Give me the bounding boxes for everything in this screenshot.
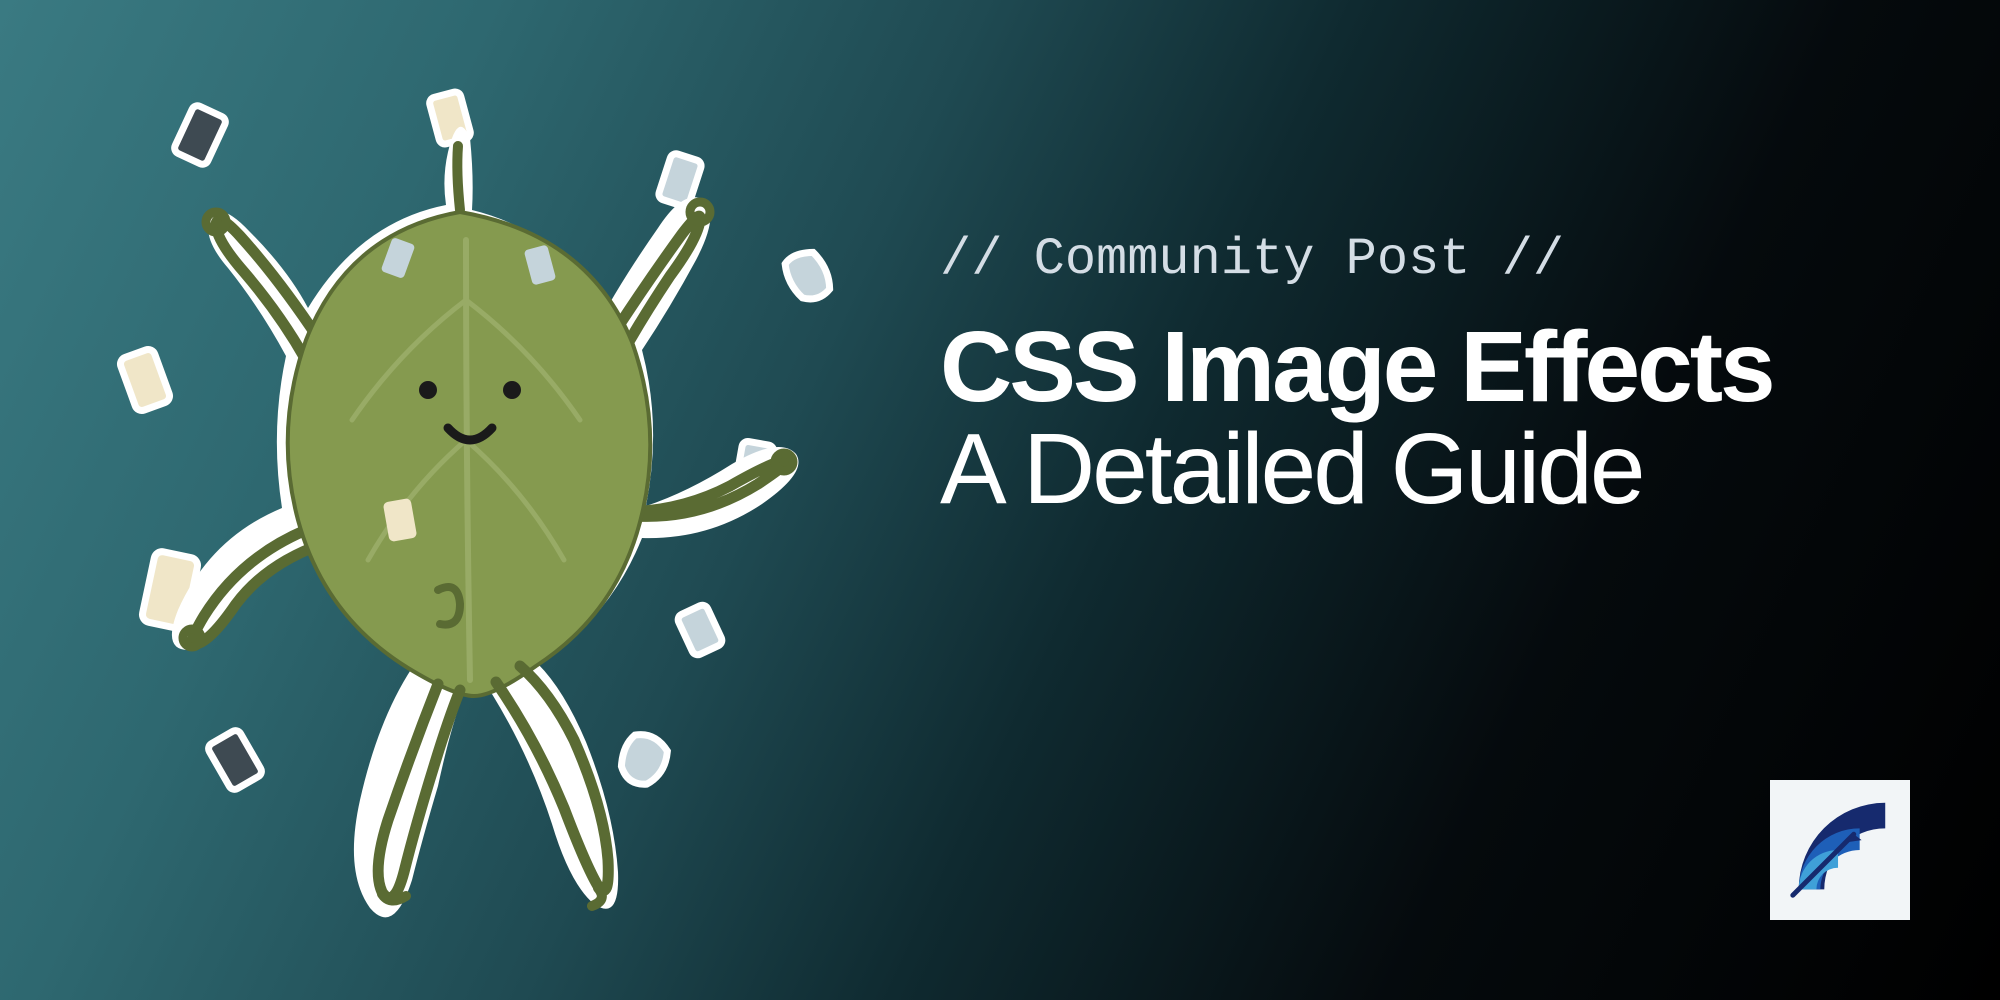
leaf-character-illustration — [60, 60, 880, 940]
speed-arc-icon — [1781, 791, 1899, 909]
hero-title-bold: CSS Image Effects — [940, 317, 1940, 417]
leaf-character-svg — [60, 60, 880, 940]
leaf-character — [172, 127, 799, 918]
eyebrow-label: // Community Post // — [940, 230, 1940, 289]
hero-title-light: A Detailed Guide — [940, 417, 1940, 522]
brand-logo — [1770, 780, 1910, 920]
hero-text-block: // Community Post // CSS Image Effects A… — [940, 230, 1940, 522]
